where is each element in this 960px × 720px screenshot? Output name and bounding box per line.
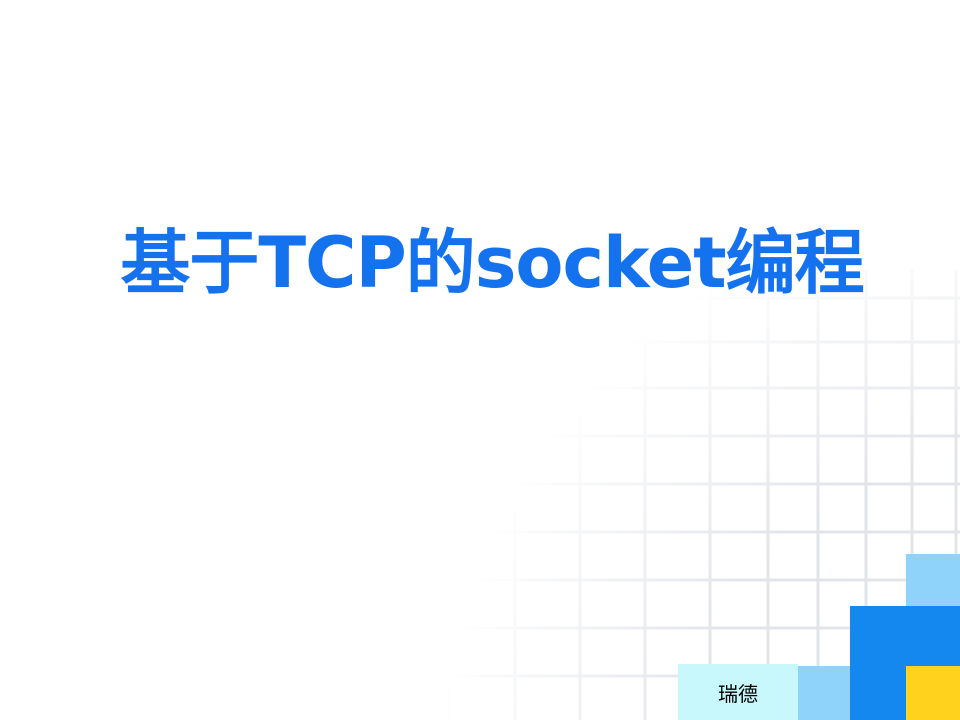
slide: 基于TCP的socket编程 瑞德 <box>0 0 960 720</box>
grid-decoration <box>420 270 960 720</box>
light-blue-block-bottom <box>798 666 850 720</box>
slide-title: 基于TCP的socket编程 <box>120 222 864 304</box>
yellow-block <box>906 666 960 720</box>
footer-label: 瑞德 <box>678 664 798 720</box>
light-blue-block-top <box>906 554 960 606</box>
